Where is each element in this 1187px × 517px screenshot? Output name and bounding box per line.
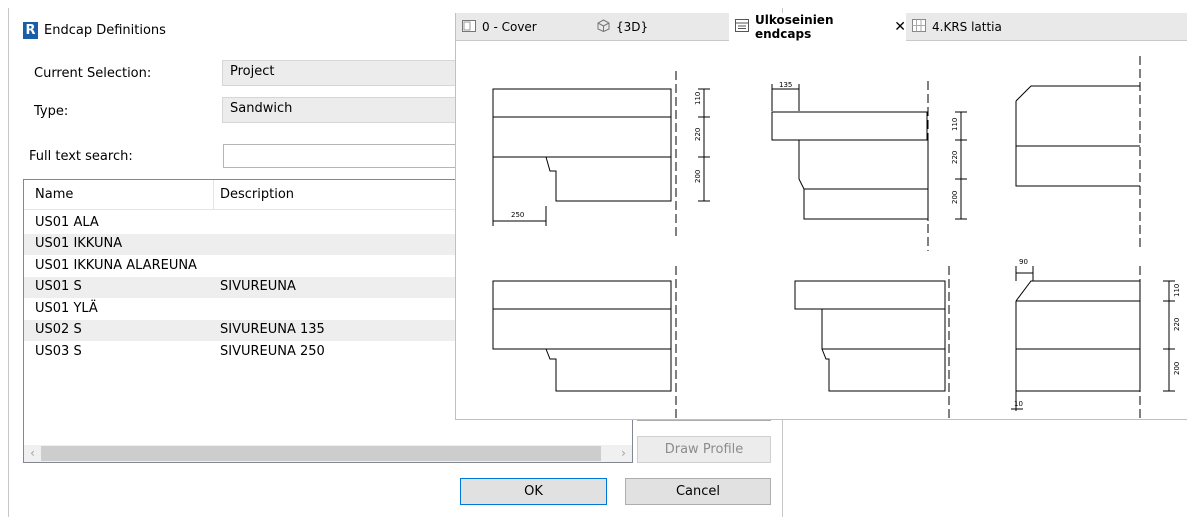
full-text-search-label: Full text search:	[29, 149, 133, 164]
row-description: SIVUREUNA 135	[220, 322, 325, 337]
column-header-description[interactable]: Description	[220, 187, 294, 202]
endcap-detail-1	[492, 71, 710, 238]
tab-label: {3D}	[616, 20, 649, 34]
row-name: US02 S	[35, 322, 82, 337]
endcap-detail-6	[1011, 266, 1175, 419]
row-name: US01 IKKUNA ALAREUNA	[35, 258, 197, 273]
row-name: US01 S	[35, 279, 82, 294]
row-description: SIVUREUNA	[220, 279, 296, 294]
dim-label: 220	[951, 151, 959, 164]
cancel-button[interactable]: Cancel	[625, 478, 771, 505]
draw-profile-button[interactable]: Draw Profile	[637, 436, 771, 463]
dim-label: 135	[779, 81, 792, 89]
dialog-title: Endcap Definitions	[44, 22, 166, 38]
dim-label: 200	[694, 170, 702, 183]
floor-plan-icon	[912, 19, 926, 35]
dim-label: 90	[1019, 258, 1028, 266]
horizontal-scrollbar[interactable]: ‹ ›	[24, 445, 632, 462]
dim-label: 110	[1173, 284, 1181, 297]
ok-button[interactable]: OK	[460, 478, 607, 505]
endcap-detail-3	[1015, 56, 1141, 251]
full-text-search-input[interactable]	[223, 144, 463, 168]
tab-3d[interactable]: {3D}	[591, 13, 729, 41]
dialog-title-bar: R Endcap Definitions	[23, 18, 166, 42]
column-separator[interactable]	[213, 180, 214, 210]
dim-label: 200	[1173, 362, 1181, 375]
sheet-icon	[462, 19, 476, 35]
dim-label: 110	[951, 118, 959, 131]
drafting-canvas[interactable]: 110 220 200 250 135 110 220 200 90 110 2…	[456, 41, 1187, 419]
revit-view-window: 0 - Cover {3D} Ulkoseinien endcaps ✕ 4.K…	[455, 13, 1187, 420]
dim-label: 10	[1014, 400, 1023, 408]
endcap-detail-5	[794, 266, 950, 419]
row-name: US01 YLÄ	[35, 301, 98, 316]
tab-label: 4.KRS lattia	[932, 20, 1002, 34]
current-selection-label: Current Selection:	[34, 66, 152, 81]
revit-logo-icon: R	[23, 21, 38, 39]
row-description: SIVUREUNA 250	[220, 344, 325, 359]
scroll-left-icon[interactable]: ‹	[24, 445, 41, 462]
dim-label: 220	[1173, 318, 1181, 331]
type-label: Type:	[34, 104, 69, 119]
dim-label: 250	[511, 211, 524, 219]
row-name: US03 S	[35, 344, 82, 359]
endcap-detail-4	[492, 266, 677, 419]
scroll-right-icon[interactable]: ›	[615, 445, 632, 462]
dim-label: 110	[694, 92, 702, 105]
endcap-detail-2	[771, 81, 967, 251]
tab-cover[interactable]: 0 - Cover	[456, 13, 591, 41]
3d-view-icon	[597, 19, 610, 35]
dim-label: 220	[694, 128, 702, 141]
column-header-name[interactable]: Name	[35, 187, 73, 202]
tab-4krs-lattia[interactable]: 4.KRS lattia	[906, 13, 1016, 41]
tab-label: Ulkoseinien endcaps	[755, 13, 834, 41]
close-tab-icon[interactable]: ✕	[894, 19, 906, 35]
row-name: US01 ALA	[35, 215, 99, 230]
tab-label: 0 - Cover	[482, 20, 537, 34]
row-name: US01 IKKUNA	[35, 236, 123, 251]
drafting-view-icon	[735, 19, 749, 35]
current-selection-dropdown[interactable]: Project	[222, 60, 462, 86]
view-tab-bar: 0 - Cover {3D} Ulkoseinien endcaps ✕ 4.K…	[456, 13, 1187, 41]
tab-ulkoseinien-endcaps[interactable]: Ulkoseinien endcaps ✕	[729, 13, 906, 41]
scrollbar-thumb[interactable]	[41, 446, 601, 461]
type-dropdown[interactable]: Sandwich	[222, 97, 462, 123]
dim-label: 200	[951, 191, 959, 204]
